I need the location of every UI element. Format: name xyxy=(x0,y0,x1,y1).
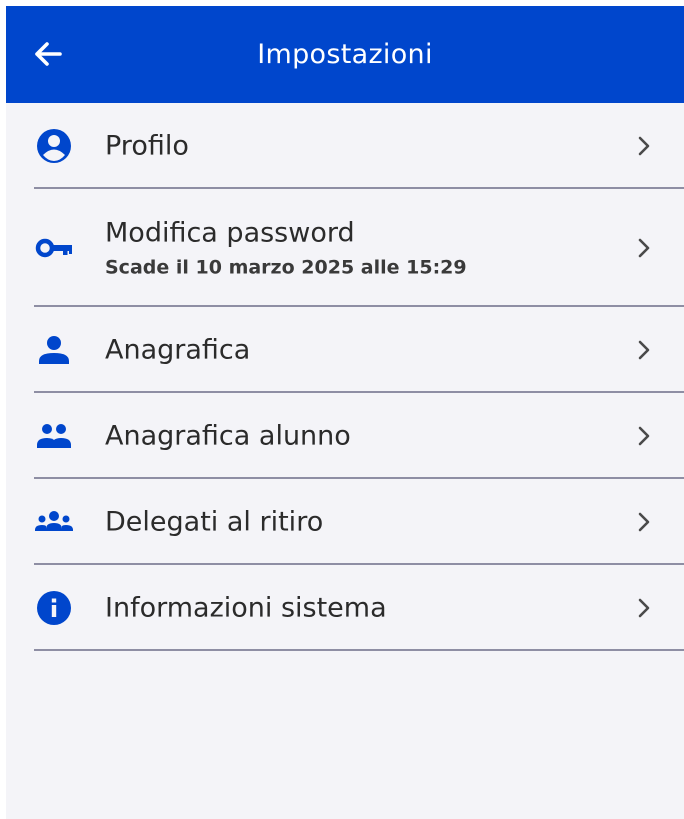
settings-item-label: Anagrafica xyxy=(105,334,251,366)
settings-item-label: Informazioni sistema xyxy=(105,592,387,624)
settings-item-label: Modifica password xyxy=(105,217,355,249)
people-icon xyxy=(37,424,71,448)
account-circle-icon xyxy=(37,129,71,163)
divider xyxy=(34,649,684,651)
chevron-right-icon xyxy=(638,426,650,446)
chevron-right-icon xyxy=(638,238,650,258)
chevron-right-icon xyxy=(638,340,650,360)
settings-item-password[interactable]: Modifica password Scade il 10 marzo 2025… xyxy=(6,189,684,307)
settings-item-label: Delegati al ritiro xyxy=(105,506,324,538)
settings-item-informazioni[interactable]: Informazioni sistema xyxy=(6,565,684,651)
settings-item-anagrafica[interactable]: Anagrafica xyxy=(6,307,684,393)
info-icon xyxy=(37,591,71,625)
settings-screen: Impostazioni Profilo Modifica password S… xyxy=(6,6,684,819)
settings-list: Profilo Modifica password Scade il 10 ma… xyxy=(6,103,684,651)
key-icon xyxy=(35,238,72,258)
person-icon xyxy=(39,336,69,364)
settings-item-label: Profilo xyxy=(105,130,189,162)
settings-item-label: Anagrafica alunno xyxy=(105,420,351,452)
chevron-right-icon xyxy=(638,512,650,532)
settings-item-delegati[interactable]: Delegati al ritiro xyxy=(6,479,684,565)
password-expiry-text: Scade il 10 marzo 2025 alle 15:29 xyxy=(105,256,467,279)
chevron-right-icon xyxy=(638,598,650,618)
page-title: Impostazioni xyxy=(257,39,433,70)
groups-icon xyxy=(35,511,73,531)
settings-item-anagrafica-alunno[interactable]: Anagrafica alunno xyxy=(6,393,684,479)
app-bar: Impostazioni xyxy=(6,6,684,103)
settings-item-profilo[interactable]: Profilo xyxy=(6,103,684,189)
chevron-right-icon xyxy=(638,136,650,156)
